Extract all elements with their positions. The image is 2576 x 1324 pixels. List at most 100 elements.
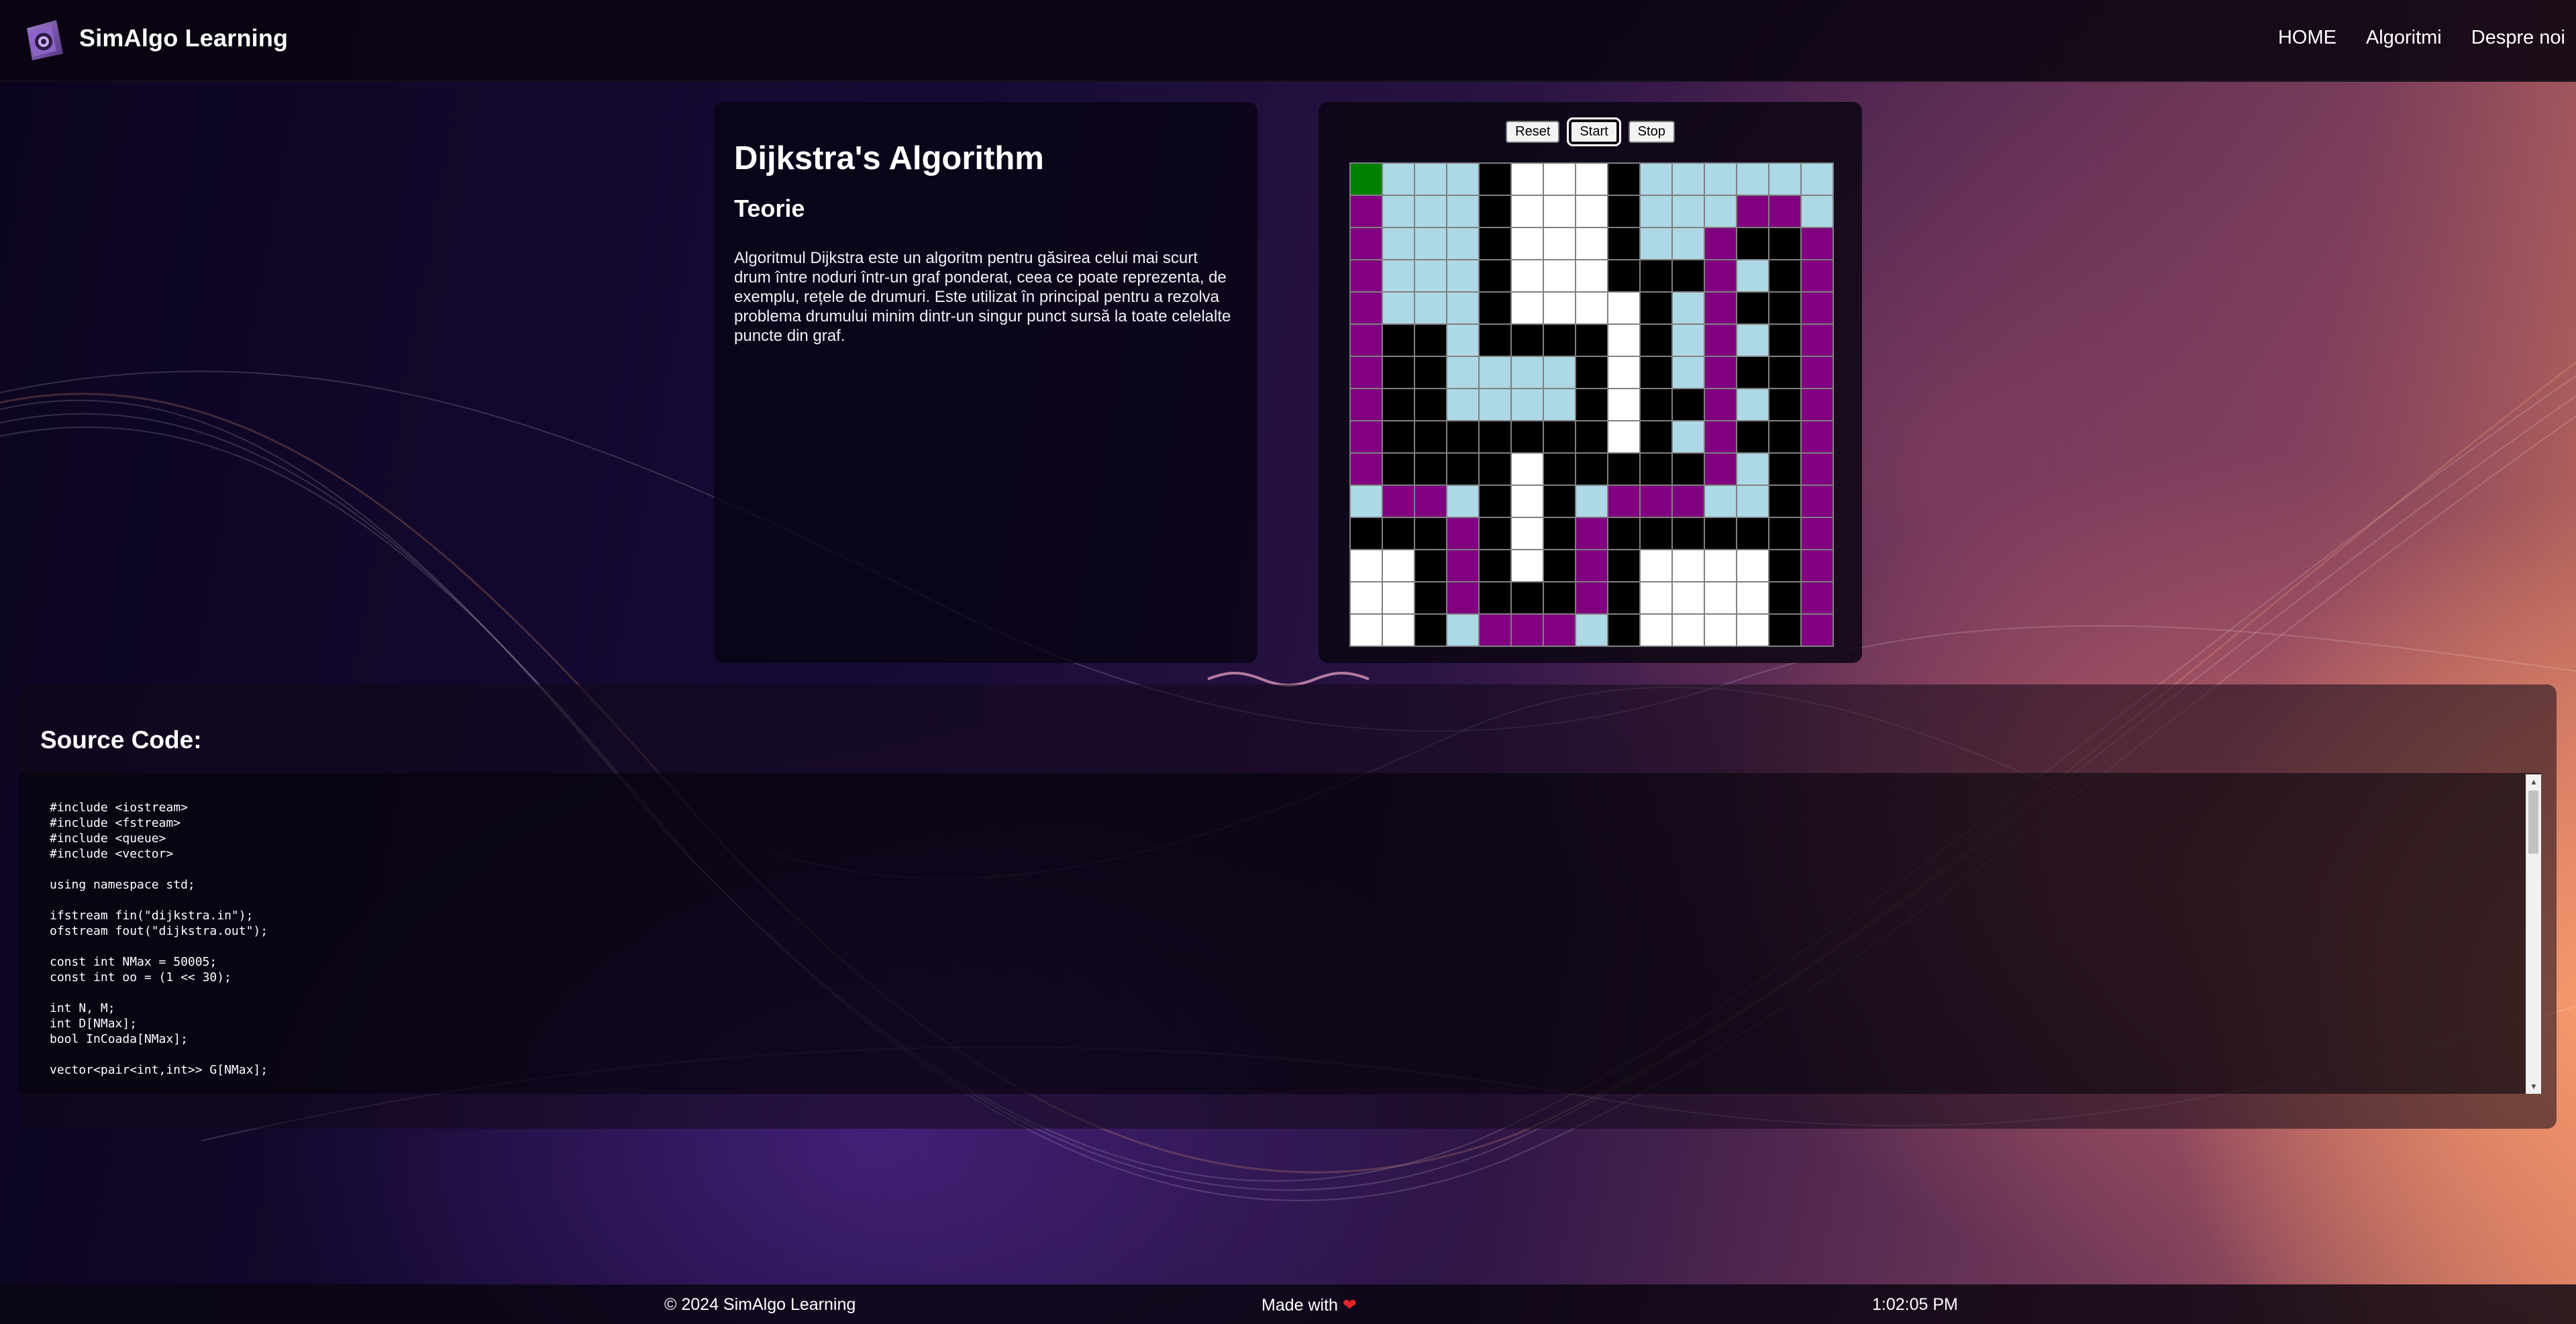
grid-cell-empty[interactable] (1543, 162, 1576, 196)
grid-cell-wall[interactable] (1768, 227, 1802, 260)
grid-cell-visited[interactable] (1382, 195, 1415, 228)
grid-cell-empty[interactable] (1510, 162, 1544, 196)
grid-cell-path[interactable] (1349, 259, 1383, 293)
grid-cell-path[interactable] (1671, 485, 1705, 518)
grid-cell-wall[interactable] (1543, 323, 1576, 357)
grid-cell-wall[interactable] (1671, 517, 1705, 550)
grid-cell-path[interactable] (1704, 420, 1737, 454)
grid-cell-empty[interactable] (1349, 581, 1383, 615)
grid-cell-wall[interactable] (1478, 485, 1512, 518)
grid-cell-empty[interactable] (1607, 420, 1641, 454)
grid-cell-visited[interactable] (1671, 420, 1705, 454)
grid-cell-wall[interactable] (1414, 613, 1447, 647)
grid-cell-wall[interactable] (1768, 613, 1802, 647)
grid-cell-visited[interactable] (1382, 259, 1415, 293)
grid-cell-path[interactable] (1800, 549, 1834, 582)
grid-cell-empty[interactable] (1671, 549, 1705, 582)
grid-cell-visited[interactable] (1382, 162, 1415, 196)
grid-cell-wall[interactable] (1575, 356, 1608, 389)
grid-cell-wall[interactable] (1768, 420, 1802, 454)
grid-cell-visited[interactable] (1478, 356, 1512, 389)
grid-cell-wall[interactable] (1446, 452, 1480, 486)
grid-cell-wall[interactable] (1607, 259, 1641, 293)
grid-cell-empty[interactable] (1736, 581, 1769, 615)
grid-cell-path[interactable] (1575, 549, 1608, 582)
grid-cell-wall[interactable] (1478, 420, 1512, 454)
grid-cell-wall[interactable] (1478, 517, 1512, 550)
code-scrollbar[interactable]: ▲ ▼ (2526, 774, 2541, 1094)
grid-cell-empty[interactable] (1704, 549, 1737, 582)
grid-cell-wall[interactable] (1736, 291, 1769, 325)
grid-cell-path[interactable] (1800, 388, 1834, 421)
grid-cell-path[interactable] (1768, 195, 1802, 228)
scroll-thumb[interactable] (2528, 791, 2538, 854)
grid-cell-wall[interactable] (1639, 452, 1673, 486)
grid-cell-wall[interactable] (1478, 549, 1512, 582)
grid-cell-empty[interactable] (1349, 549, 1383, 582)
grid-cell-wall[interactable] (1414, 452, 1447, 486)
grid-cell-wall[interactable] (1382, 388, 1415, 421)
grid-cell-visited[interactable] (1736, 388, 1769, 421)
grid-cell-wall[interactable] (1478, 195, 1512, 228)
grid-cell-wall[interactable] (1607, 613, 1641, 647)
grid-cell-wall[interactable] (1478, 581, 1512, 615)
grid-cell-visited[interactable] (1704, 195, 1737, 228)
grid-cell-visited[interactable] (1736, 323, 1769, 357)
grid-cell-path[interactable] (1478, 613, 1512, 647)
grid-cell-wall[interactable] (1736, 420, 1769, 454)
grid-cell-path[interactable] (1349, 420, 1383, 454)
grid-cell-empty[interactable] (1639, 613, 1673, 647)
grid-cell-wall[interactable] (1671, 452, 1705, 486)
grid-cell-path[interactable] (1349, 356, 1383, 389)
grid-cell-visited[interactable] (1800, 195, 1834, 228)
scroll-up-arrow-icon[interactable]: ▲ (2526, 774, 2541, 789)
grid-cell-visited[interactable] (1671, 162, 1705, 196)
grid-cell-path[interactable] (1800, 485, 1834, 518)
grid-cell-path[interactable] (1800, 356, 1834, 389)
grid-cell-path[interactable] (1382, 485, 1415, 518)
grid-cell-visited[interactable] (1446, 259, 1480, 293)
grid-cell-wall[interactable] (1607, 549, 1641, 582)
grid-cell-empty[interactable] (1575, 227, 1608, 260)
grid-cell-visited[interactable] (1736, 259, 1769, 293)
grid-cell-wall[interactable] (1768, 549, 1802, 582)
grid-cell-wall[interactable] (1671, 259, 1705, 293)
grid-cell-wall[interactable] (1414, 549, 1447, 582)
grid-cell-path[interactable] (1349, 452, 1383, 486)
grid-cell-wall[interactable] (1543, 485, 1576, 518)
grid-cell-wall[interactable] (1768, 485, 1802, 518)
grid-cell-path[interactable] (1349, 227, 1383, 260)
grid-cell-visited[interactable] (1446, 195, 1480, 228)
grid-cell-path[interactable] (1349, 323, 1383, 357)
grid-cell-wall[interactable] (1768, 581, 1802, 615)
grid-cell-empty[interactable] (1736, 613, 1769, 647)
grid-cell-path[interactable] (1446, 517, 1480, 550)
grid-cell-wall[interactable] (1543, 420, 1576, 454)
grid-cell-visited[interactable] (1543, 356, 1576, 389)
grid-cell-path[interactable] (1704, 227, 1737, 260)
grid-cell-wall[interactable] (1671, 388, 1705, 421)
grid-cell-visited[interactable] (1575, 485, 1608, 518)
grid-cell-wall[interactable] (1478, 227, 1512, 260)
grid-cell-wall[interactable] (1382, 323, 1415, 357)
grid-cell-wall[interactable] (1768, 517, 1802, 550)
grid-cell-wall[interactable] (1575, 323, 1608, 357)
grid-cell-wall[interactable] (1414, 388, 1447, 421)
grid-cell-wall[interactable] (1510, 420, 1544, 454)
grid-cell-empty[interactable] (1575, 195, 1608, 228)
grid-cell-wall[interactable] (1478, 259, 1512, 293)
grid-cell-empty[interactable] (1607, 356, 1641, 389)
grid-cell-wall[interactable] (1639, 517, 1673, 550)
grid-cell-path[interactable] (1414, 485, 1447, 518)
grid-cell-visited[interactable] (1768, 162, 1802, 196)
grid-cell-path[interactable] (1800, 517, 1834, 550)
grid-cell-wall[interactable] (1639, 291, 1673, 325)
source-code-box[interactable]: #include <iostream> #include <fstream> #… (19, 773, 2540, 1094)
grid-cell-wall[interactable] (1768, 323, 1802, 357)
grid-cell-visited[interactable] (1414, 259, 1447, 293)
grid-cell-visited[interactable] (1671, 291, 1705, 325)
grid-cell-wall[interactable] (1446, 420, 1480, 454)
grid-cell-visited[interactable] (1446, 388, 1480, 421)
grid-cell-wall[interactable] (1704, 517, 1737, 550)
grid-cell-path[interactable] (1736, 195, 1769, 228)
